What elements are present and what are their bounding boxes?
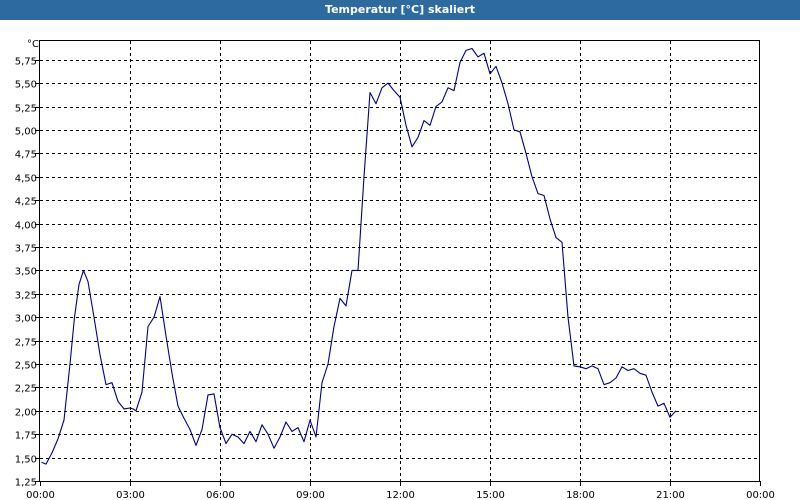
y-tick-label: 2,50 xyxy=(15,361,37,372)
y-tick-label: 3,75 xyxy=(15,244,37,255)
y-tick-label: 3,50 xyxy=(15,267,37,278)
y-tick-label: 4,00 xyxy=(15,221,37,232)
y-tick-label: 4,25 xyxy=(15,197,37,208)
y-tick-label: 3,00 xyxy=(15,314,37,325)
y-tick-label: 2,75 xyxy=(15,338,37,349)
x-tick-time-label: 09:00 xyxy=(296,490,325,500)
x-tick-time-label: 00:00 xyxy=(26,490,55,500)
x-tick-time-label: 21:00 xyxy=(656,490,685,500)
plot-area xyxy=(39,40,760,482)
y-tick-label: 4,50 xyxy=(15,174,37,185)
y-tick-label: 2,25 xyxy=(15,384,37,395)
y-tick-label: 1,50 xyxy=(15,455,37,466)
x-tick-time-label: 03:00 xyxy=(116,490,145,500)
y-tick-label: 5,00 xyxy=(15,127,37,138)
x-tick-time-label: 06:00 xyxy=(206,490,235,500)
y-tick-label: 3,25 xyxy=(15,291,37,302)
y-tick-label: 1,25 xyxy=(15,478,37,489)
temperature-chart: 1,25 1,50 1,75 2,00 2,25 2,50 2,75 3,00 3,25 3,50… xyxy=(15,40,775,500)
y-tick-label: 2,00 xyxy=(15,408,37,419)
x-axis-tick-labels: 00:0013.03.2503:0013.03.2506:0013.03.250… xyxy=(26,490,775,500)
y-axis-tick-labels: 1,25 1,50 1,75 2,00 2,25 2,50 2,75 3,00 3,25 3,50… xyxy=(15,57,37,489)
y-tick-label: 5,50 xyxy=(15,80,37,91)
x-tick-time-label: 15:00 xyxy=(476,490,505,500)
y-tick-label: 5,75 xyxy=(15,57,37,68)
x-tick-time-label: 18:00 xyxy=(566,490,595,500)
y-axis-unit-label: °C xyxy=(27,39,39,50)
chart-window-title: Temperatur [°C] skaliert xyxy=(0,0,800,20)
y-tick-label: 5,25 xyxy=(15,104,37,115)
x-tick-time-label: 00:00 xyxy=(746,490,775,500)
y-tick-label: 1,75 xyxy=(15,431,37,442)
y-tick-label: 4,75 xyxy=(15,150,37,161)
x-tick-time-label: 12:00 xyxy=(386,490,415,500)
